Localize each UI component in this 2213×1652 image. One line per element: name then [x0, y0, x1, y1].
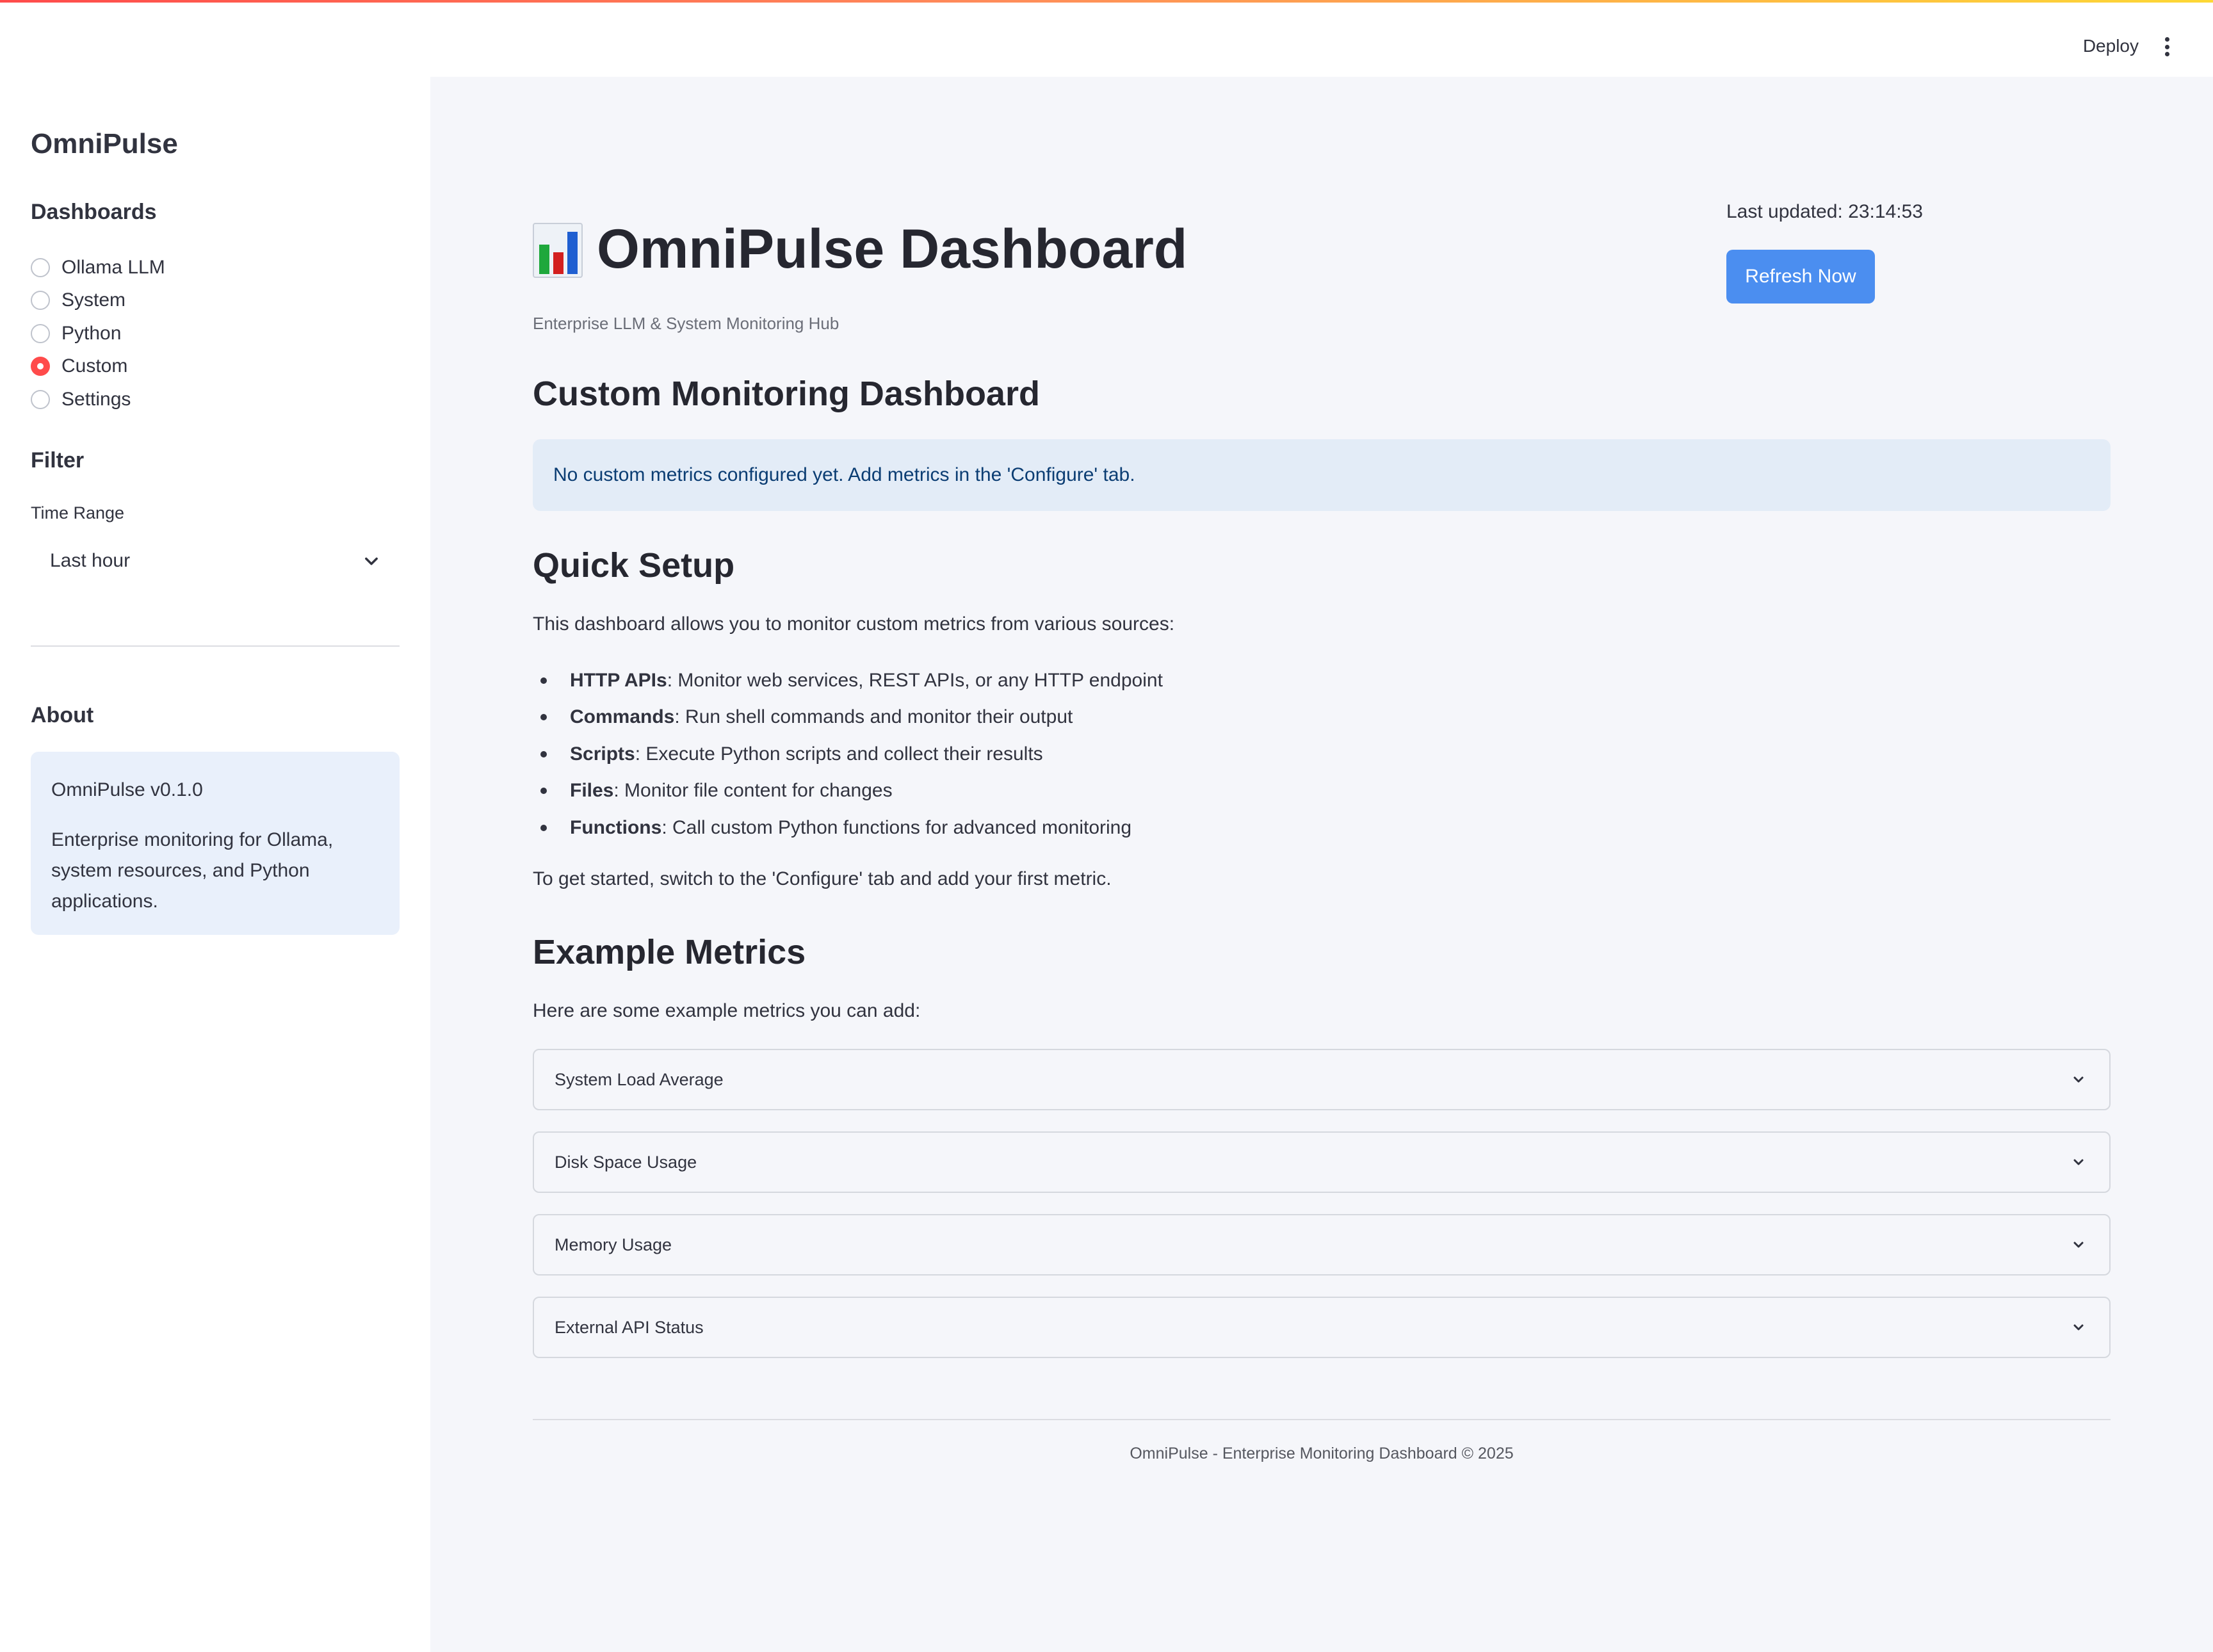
- example-metrics-intro: Here are some example metrics you can ad…: [533, 1000, 921, 1021]
- radio-button-selected[interactable]: [31, 357, 50, 377]
- time-range-label: Time Range: [31, 503, 125, 522]
- section-title: Custom Monitoring Dashboard: [533, 375, 1040, 413]
- expander-memory-usage[interactable]: Memory Usage: [533, 1214, 2111, 1275]
- radio-label: Custom: [61, 355, 128, 377]
- chevron-down-icon: [2071, 1154, 2086, 1170]
- time-range-select[interactable]: Last hour: [31, 538, 400, 584]
- filter-heading: Filter: [31, 448, 85, 473]
- radio-label: Ollama LLM: [61, 256, 165, 278]
- expander-label: Disk Space Usage: [555, 1152, 697, 1172]
- deploy-button[interactable]: Deploy: [2083, 36, 2139, 56]
- top-accent-bar: [0, 0, 2213, 3]
- expander-system-load-average[interactable]: System Load Average: [533, 1049, 2111, 1110]
- sidebar-divider: [31, 645, 400, 647]
- footer-text: OmniPulse - Enterprise Monitoring Dashbo…: [1130, 1445, 1514, 1462]
- radio-button[interactable]: [31, 291, 50, 311]
- app-title: OmniPulse: [31, 128, 178, 159]
- refresh-now-button[interactable]: Refresh Now: [1726, 250, 1875, 304]
- chevron-down-icon: [2071, 1320, 2086, 1335]
- last-updated: Last updated: 23:14:53: [1726, 201, 1923, 222]
- list-item: Functions: Call custom Python functions …: [533, 809, 1163, 846]
- expander-label: Memory Usage: [555, 1235, 672, 1254]
- page-title: OmniPulse Dashboard: [597, 218, 1188, 280]
- radio-settings[interactable]: Settings: [31, 383, 165, 416]
- chevron-down-icon: [2071, 1237, 2086, 1252]
- radio-custom[interactable]: Custom: [31, 350, 165, 384]
- time-range-value: Last hour: [50, 550, 131, 571]
- kebab-menu-icon[interactable]: [2163, 37, 2171, 56]
- quick-setup-heading: Quick Setup: [533, 546, 735, 585]
- radio-python[interactable]: Python: [31, 317, 165, 350]
- dashboards-heading: Dashboards: [31, 200, 157, 224]
- info-message: No custom metrics configured yet. Add me…: [553, 464, 1135, 485]
- radio-label: Settings: [61, 388, 131, 410]
- quick-setup-outro: To get started, switch to the 'Configure…: [533, 868, 1112, 889]
- example-metrics-heading: Example Metrics: [533, 933, 806, 971]
- radio-label: Python: [61, 322, 122, 344]
- list-item: Commands: Run shell commands and monitor…: [533, 699, 1163, 736]
- dashboard-radio-group: Ollama LLM System Python Custom Settings: [31, 251, 165, 416]
- expander-label: System Load Average: [555, 1069, 724, 1089]
- list-item: Scripts: Execute Python scripts and coll…: [533, 736, 1163, 773]
- radio-button[interactable]: [31, 257, 50, 277]
- radio-button[interactable]: [31, 323, 50, 343]
- page-subtitle: Enterprise LLM & System Monitoring Hub: [533, 314, 839, 333]
- expander-disk-space-usage[interactable]: Disk Space Usage: [533, 1131, 2111, 1193]
- list-item: Files: Monitor file content for changes: [533, 773, 1163, 810]
- about-box: OmniPulse v0.1.0 Enterprise monitoring f…: [31, 752, 400, 935]
- radio-ollama-llm[interactable]: Ollama LLM: [31, 251, 165, 284]
- list-item: HTTP APIs: Monitor web services, REST AP…: [533, 662, 1163, 699]
- top-header: Deploy: [0, 3, 2213, 77]
- radio-label: System: [61, 289, 126, 311]
- bar-chart-icon: [533, 219, 584, 280]
- radio-system[interactable]: System: [31, 284, 165, 318]
- sidebar: OmniPulse Dashboards Ollama LLM System P…: [0, 0, 430, 1652]
- about-text: Enterprise monitoring for Ollama, system…: [51, 829, 334, 912]
- quick-setup-intro: This dashboard allows you to monitor cus…: [533, 613, 1175, 635]
- expander-external-api-status[interactable]: External API Status: [533, 1297, 2111, 1358]
- footer-divider: [533, 1419, 2111, 1420]
- title-row: OmniPulse Dashboard: [533, 218, 1187, 281]
- source-list: HTTP APIs: Monitor web services, REST AP…: [533, 662, 1163, 846]
- about-heading: About: [31, 703, 94, 727]
- about-version: OmniPulse v0.1.0: [51, 779, 203, 800]
- radio-button[interactable]: [31, 389, 50, 409]
- chevron-down-icon: [2071, 1072, 2086, 1087]
- expander-label: External API Status: [555, 1317, 704, 1337]
- info-alert: No custom metrics configured yet. Add me…: [533, 439, 2111, 511]
- chevron-down-icon: [362, 552, 380, 570]
